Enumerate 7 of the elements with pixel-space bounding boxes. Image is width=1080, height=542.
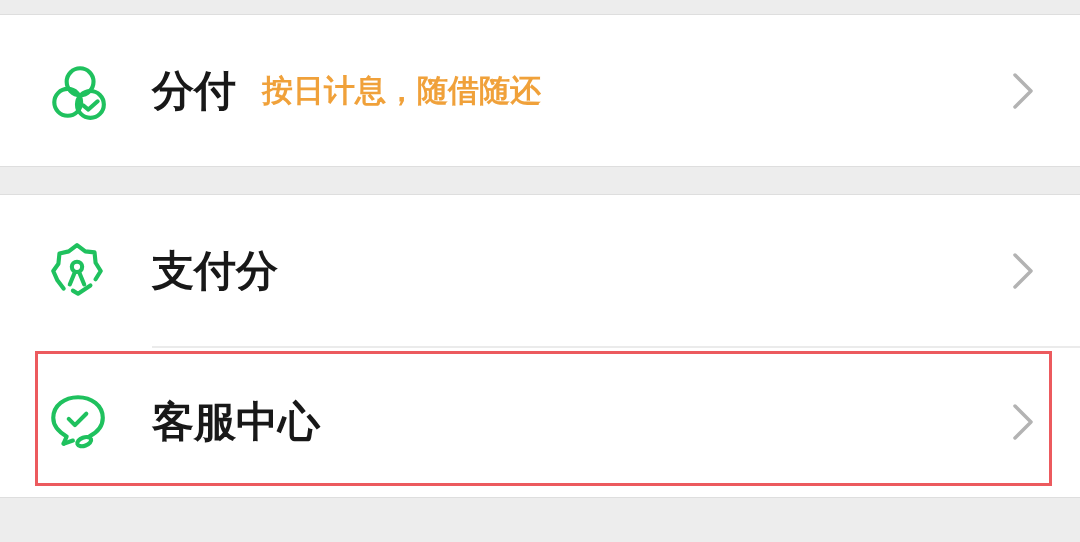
promo-note: 按日计息，随借随还 [262, 70, 541, 110]
chevron-right-icon [1012, 71, 1034, 110]
chevron-right-icon [1012, 402, 1034, 441]
menu-item-label[interactable]: 客服中心 [152, 393, 320, 450]
menu-item-label[interactable]: 分付 [152, 62, 236, 119]
menu-item-label[interactable]: 支付分 [152, 242, 278, 299]
chevron-right-icon [1012, 251, 1034, 290]
